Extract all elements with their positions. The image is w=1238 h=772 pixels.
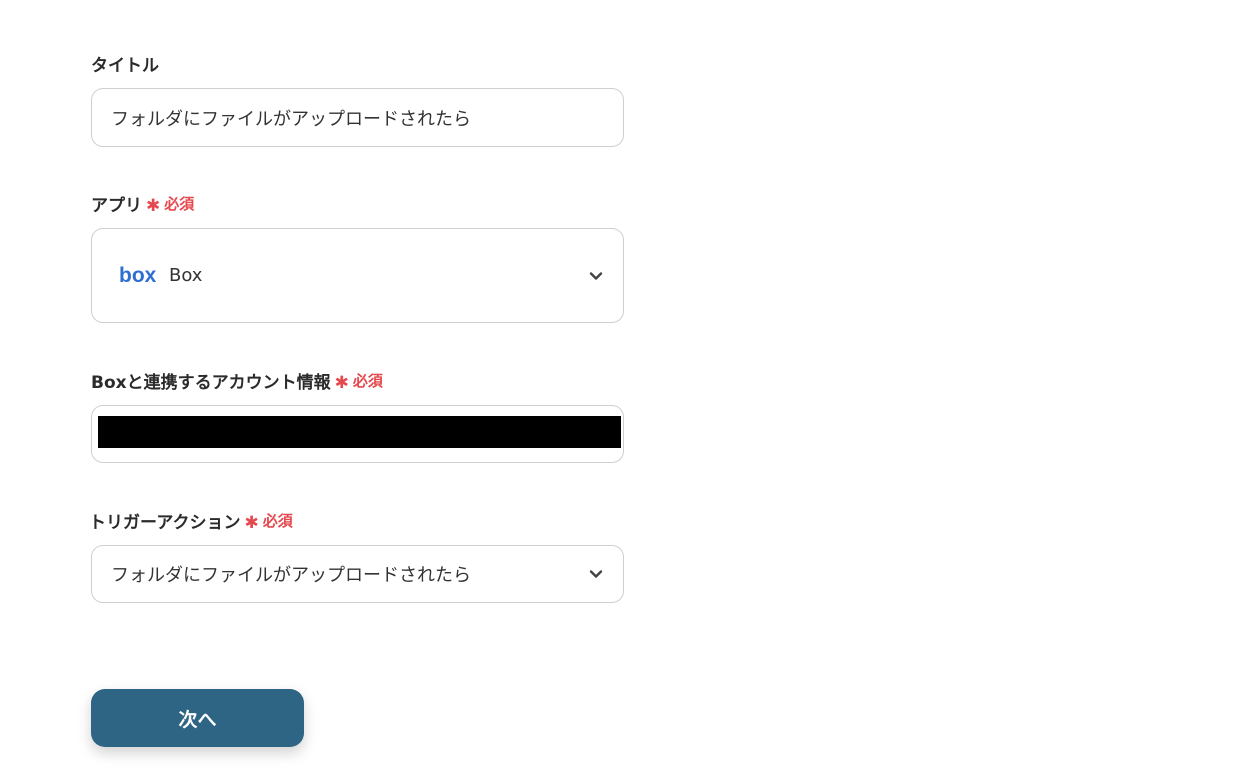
app-select[interactable]: box Box <box>91 228 624 323</box>
chevron-down-icon <box>589 271 603 280</box>
app-required-badge: ✱ 必須 <box>146 193 195 216</box>
redacted-account-value <box>98 416 621 448</box>
app-required-text: 必須 <box>164 195 195 213</box>
flow-settings-form: タイトル フォルダにファイルがアップロードされたら アプリ ✱ 必須 box B… <box>0 0 1238 772</box>
trigger-label-text: トリガーアクション <box>89 513 241 533</box>
chevron-down-icon <box>589 570 603 578</box>
account-label-text: Boxと連携するアカウント情報 <box>91 373 331 393</box>
account-label: Boxと連携するアカウント情報 ✱ 必須 <box>91 368 383 393</box>
account-required-text: 必須 <box>352 372 383 390</box>
trigger-select[interactable]: フォルダにファイルがアップロードされたら <box>91 545 624 603</box>
trigger-required-text: 必須 <box>262 512 293 530</box>
app-label-text: アプリ <box>91 196 142 216</box>
next-button[interactable]: 次へ <box>91 689 304 747</box>
title-label-text: タイトル <box>91 56 159 76</box>
next-button-label: 次へ <box>178 708 217 731</box>
required-asterisk-icon: ✱ <box>146 195 161 216</box>
svg-text:box: box <box>119 266 157 286</box>
title-input-value: フォルダにファイルがアップロードされたら <box>111 108 471 130</box>
required-asterisk-icon: ✱ <box>334 372 349 393</box>
account-required-badge: ✱ 必須 <box>334 370 383 393</box>
trigger-select-value: フォルダにファイルがアップロードされたら <box>111 565 471 586</box>
account-select[interactable] <box>91 405 624 463</box>
app-select-value: Box <box>169 265 203 286</box>
trigger-required-badge: ✱ 必須 <box>244 510 293 533</box>
app-label: アプリ ✱ 必須 <box>91 191 194 216</box>
trigger-label: トリガーアクション ✱ 必須 <box>89 508 293 533</box>
box-logo-icon: box <box>119 266 157 286</box>
required-asterisk-icon: ✱ <box>244 512 259 533</box>
title-input[interactable]: フォルダにファイルがアップロードされたら <box>91 88 624 147</box>
title-label: タイトル <box>91 51 159 76</box>
